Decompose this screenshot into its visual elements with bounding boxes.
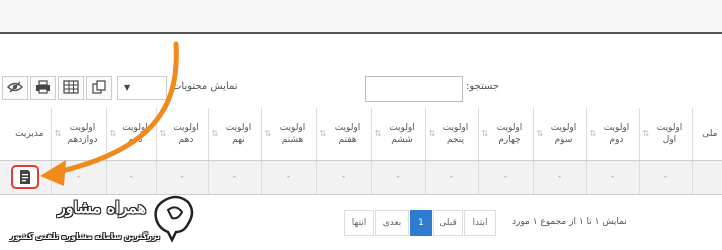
column-header-label: اولویت ششم: [389, 122, 415, 145]
show-contents-label: نمایش محتویات: [172, 81, 238, 92]
chevron-down-icon: ▼: [124, 83, 131, 92]
column-header[interactable]: اولویت نهم ⇅: [208, 108, 262, 161]
column-header-label: اولویت دوم: [603, 122, 630, 145]
column-header[interactable]: اولویت دهم ⇅: [106, 108, 157, 161]
page-length-select[interactable]: ▼: [117, 76, 167, 100]
sort-icon: ⇅: [319, 129, 327, 138]
column-header-manage: مدیریت: [0, 108, 52, 161]
column-header[interactable]: اولویت ششم ⇅: [371, 108, 426, 161]
column-header[interactable]: ملی: [692, 108, 722, 161]
page-prev-button[interactable]: قبلی: [433, 210, 463, 236]
manage-cell: [0, 160, 52, 195]
column-header[interactable]: اولویت هفتم ⇅: [316, 108, 372, 161]
sort-icon: ⇅: [428, 129, 436, 138]
page-last-button[interactable]: انتها: [344, 210, 374, 236]
table-cell: -: [425, 160, 479, 195]
sort-icon: ⇅: [211, 129, 219, 138]
table-icon[interactable]: [58, 76, 84, 100]
column-header[interactable]: اولویت دوم ⇅: [586, 108, 640, 161]
column-header[interactable]: اولویت هشتم ⇅: [261, 108, 317, 161]
manage-button[interactable]: [11, 165, 40, 189]
table-row: - - - - - - - - - - - -: [0, 160, 722, 195]
column-header[interactable]: اولویت دوازدهم ⇅: [51, 108, 107, 161]
table-cell: -: [586, 160, 640, 195]
column-header[interactable]: اولویت اول ⇅: [639, 108, 693, 161]
table-header-row: ملی اولویت اول ⇅ اولویت دوم ⇅ اولویت سوم ⇅ …: [0, 108, 722, 161]
page-current-button[interactable]: 1: [410, 210, 432, 236]
sort-icon: ⇅: [264, 129, 272, 138]
table-cell: -: [533, 160, 587, 195]
column-header-label: اولویت اول: [656, 122, 683, 145]
column-header-label: اولویت نهم: [225, 122, 252, 145]
column-header-label: ملی: [702, 128, 718, 139]
sort-icon: ⇅: [589, 129, 597, 138]
column-header[interactable]: اولویت سوم ⇅: [533, 108, 587, 161]
print-icon[interactable]: [30, 76, 56, 100]
table-cell: -: [51, 160, 107, 195]
copy-icon[interactable]: [86, 76, 112, 100]
brand-name: همراه مشاور: [58, 198, 147, 217]
document-edit-icon: [20, 170, 31, 184]
page-first-button[interactable]: ابتدا: [464, 210, 496, 236]
top-bar: [0, 0, 722, 34]
column-header[interactable]: اولویت دهم ⇅: [156, 108, 209, 161]
column-header-label: اولویت چهارم: [496, 122, 523, 145]
column-header-label: اولویت سوم: [550, 122, 577, 145]
sort-icon: ⇅: [374, 129, 382, 138]
table-cell: -: [261, 160, 317, 195]
table-cell: -: [639, 160, 693, 195]
column-header-label: اولویت دهم: [173, 122, 199, 145]
sort-icon: ⇅: [481, 129, 489, 138]
column-header[interactable]: اولویت پنجم ⇅: [425, 108, 479, 161]
column-header-label: اولویت هفتم: [334, 122, 361, 145]
search-input[interactable]: [365, 76, 463, 102]
table-toolbar: ▼ نمایش محتویات جستجو:: [0, 72, 722, 106]
column-header-label: اولویت دهم: [122, 122, 148, 145]
table-cell: -: [316, 160, 372, 195]
eye-off-icon[interactable]: [2, 76, 28, 100]
page-next-button[interactable]: بعدی: [375, 210, 409, 236]
table-cell: -: [208, 160, 262, 195]
column-header-label: اولویت دوازدهم: [67, 122, 98, 145]
column-header-label: اولویت پنجم: [442, 122, 469, 145]
brand-tagline: بزرگترین سامانه مشاوره تلفنی کشور: [10, 232, 160, 241]
table-cell: -: [478, 160, 534, 195]
sort-icon: ⇅: [536, 129, 544, 138]
search-label: جستجو:: [466, 81, 500, 92]
column-header-label: مدیریت: [15, 128, 44, 139]
table-cell: [692, 160, 722, 195]
column-header-label: اولویت هشتم: [279, 122, 306, 145]
table-cell: -: [371, 160, 426, 195]
sort-icon: ⇅: [109, 129, 117, 138]
sort-icon: ⇅: [642, 129, 650, 138]
page-info: نمایش ۱ تا ۱ از مجموع ۱ مورد: [512, 217, 627, 227]
sort-icon: ⇅: [159, 129, 167, 138]
column-header[interactable]: اولویت چهارم ⇅: [478, 108, 534, 161]
priority-table: ملی اولویت اول ⇅ اولویت دوم ⇅ اولویت سوم ⇅ …: [0, 108, 722, 195]
sort-icon: ⇅: [54, 129, 62, 138]
